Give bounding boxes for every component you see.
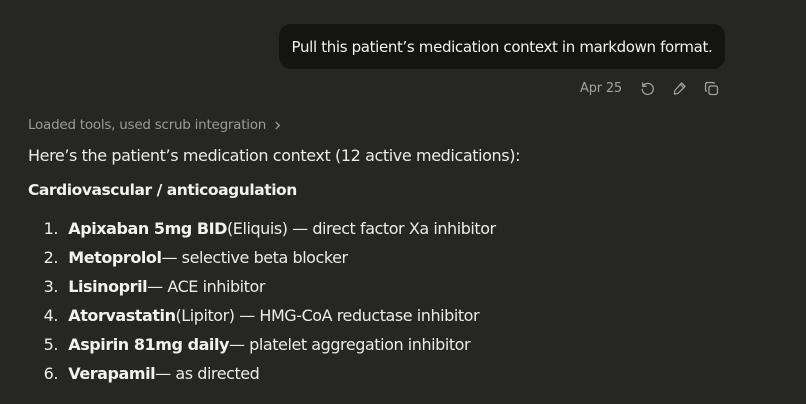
medication-description: — as directed	[155, 364, 260, 383]
medication-name: Aspirin 81mg daily	[68, 335, 229, 354]
list-item: 6. Verapamil — as directed	[28, 359, 496, 388]
medication-name: Apixaban 5mg BID	[68, 219, 227, 238]
assistant-intro: Here’s the patient’s medication context …	[28, 146, 521, 165]
message-date: Apr 25	[580, 80, 622, 96]
list-item: 3. Lisinopril — ACE inhibitor	[28, 272, 496, 301]
tools-used-toggle[interactable]: Loaded tools, used scrub integration	[28, 117, 283, 133]
list-number: 4.	[43, 306, 59, 325]
copy-icon[interactable]	[702, 79, 720, 97]
list-number: 5.	[43, 335, 59, 354]
medication-description: (Eliquis) — direct factor Xa inhibitor	[227, 219, 496, 238]
edit-pencil-icon[interactable]	[670, 79, 688, 97]
medication-description: — platelet aggregation inhibitor	[228, 335, 471, 354]
list-item: 4. Atorvastatin (Lipitor) — HMG-CoA redu…	[28, 301, 496, 330]
list-number: 6.	[43, 364, 59, 383]
section-heading: Cardiovascular / anticoagulation	[28, 181, 297, 199]
medication-list: 1. Apixaban 5mg BID (Eliquis) — direct f…	[28, 214, 497, 388]
medication-description: — selective beta blocker	[161, 248, 349, 267]
medication-description: (Lipitor) — HMG-CoA reductase inhibitor	[175, 306, 480, 325]
retry-icon[interactable]	[638, 79, 656, 97]
tools-used-label: Loaded tools, used scrub integration	[28, 117, 267, 133]
user-message-text: Pull this patient’s medication context i…	[291, 37, 713, 56]
medication-name: Verapamil	[68, 364, 156, 383]
list-number: 2.	[43, 248, 59, 267]
list-item: 2. Metoprolol — selective beta blocker	[28, 243, 496, 272]
chevron-right-icon	[275, 121, 281, 129]
medication-name: Metoprolol	[68, 248, 162, 267]
message-actions: Apr 25	[580, 78, 720, 98]
list-item: 5. Aspirin 81mg daily — platelet aggrega…	[28, 330, 496, 359]
list-item: 1. Apixaban 5mg BID (Eliquis) — direct f…	[28, 214, 497, 243]
list-number: 1.	[43, 219, 59, 238]
medication-name: Atorvastatin	[68, 306, 176, 325]
list-number: 3.	[43, 277, 59, 296]
chat-page: Pull this patient’s medication context i…	[0, 0, 806, 404]
medication-name: Lisinopril	[68, 277, 148, 296]
medication-description: — ACE inhibitor	[147, 277, 265, 296]
user-message-bubble: Pull this patient’s medication context i…	[279, 24, 725, 69]
